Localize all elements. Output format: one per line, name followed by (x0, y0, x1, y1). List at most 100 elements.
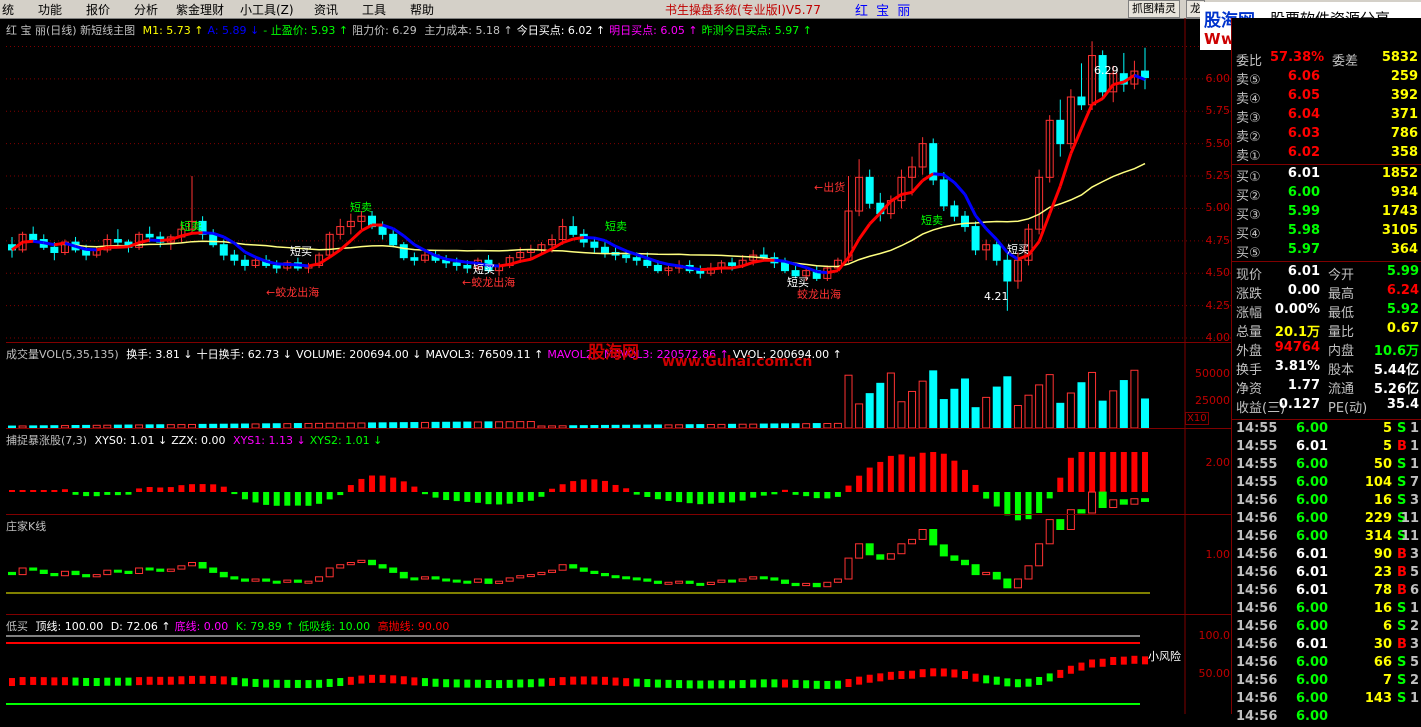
capture-bar (464, 492, 471, 502)
tick-row[interactable]: 14:56 6.01 23 B 5 (1232, 565, 1421, 583)
kd-bar (347, 676, 354, 685)
banker-candle (145, 567, 154, 571)
menu-item-function[interactable]: 功能 (38, 1, 62, 18)
menu-item-news[interactable]: 资讯 (314, 1, 338, 18)
indicator-value: 十日换手: 62.73 ↓ (196, 348, 293, 361)
indicator-value: XYS0: 1.01 ↓ (94, 434, 168, 447)
candle-body (230, 254, 239, 261)
capture-info-line: 捕捉暴涨股(7,3) XYS0: 1.01 ↓ ZZX: 0.00 XYS1: 1… (6, 432, 390, 448)
trend-line (847, 238, 861, 259)
annotation-dragon: ←蛟龙出海 (266, 286, 320, 299)
banker-candle (749, 576, 758, 580)
menu-item-system[interactable]: 统 (2, 1, 14, 18)
banker-candle (452, 579, 461, 583)
trend-line (349, 229, 363, 242)
capture-bar (379, 475, 386, 492)
tick-row[interactable]: 14:56 6.00 6 S 2 (1232, 619, 1421, 637)
kd-bar (316, 679, 323, 688)
capture-bar (972, 484, 979, 492)
annotation-short-buy: 短买 (1007, 243, 1029, 256)
volume-bar (844, 374, 853, 429)
volume-bar (1077, 382, 1086, 429)
capture-bar (136, 488, 143, 492)
indicator-value: 明日买点: 6.05 ↑ (609, 24, 698, 37)
menu-item-quote[interactable]: 报价 (86, 1, 110, 18)
banker-candle (230, 576, 239, 580)
tick-row[interactable]: 14:55 6.00 50 S 1 (1232, 457, 1421, 475)
tick-row[interactable]: 14:56 6.00 16 S 3 (1232, 493, 1421, 511)
capture-bar (189, 484, 196, 492)
capture-bar (496, 492, 503, 505)
kd-bar (9, 678, 15, 687)
capture-bar (421, 492, 428, 495)
kd-bar (1078, 662, 1085, 671)
trend-line (456, 259, 468, 264)
banker-candle (283, 579, 292, 583)
menu-item-finance[interactable]: 紫金理财 (176, 1, 224, 18)
trend-line (731, 264, 743, 270)
kd-bar (697, 680, 704, 689)
volume-bar (1088, 371, 1097, 429)
kd-bar (411, 677, 418, 686)
kd-bar (220, 676, 227, 685)
menu-item-help[interactable]: 帮助 (410, 1, 434, 18)
kd-bar (538, 678, 545, 687)
buy-order-row: 买④ 5.98 3105 (1236, 223, 1418, 242)
tick-row[interactable]: 14:56 6.00 7 S 2 (1232, 673, 1421, 691)
capture-bar (178, 485, 185, 492)
capture-bar (61, 489, 68, 492)
sell-order-row: 卖⑤ 6.06 259 (1236, 69, 1418, 88)
main-y-tick: 5.50 (1205, 136, 1231, 150)
tick-row[interactable]: 14:56 6.01 90 B 3 (1232, 547, 1421, 565)
capture-bar (1014, 492, 1021, 521)
kd-bar (231, 677, 238, 686)
capture-bar (1142, 452, 1148, 492)
candle-body (950, 205, 959, 217)
capture-bar (813, 492, 820, 499)
kd-bar (750, 679, 757, 688)
tick-row[interactable]: 14:56 6.00 229 S 11 (1232, 511, 1421, 529)
stats-divider (1232, 261, 1421, 262)
kd-bar (432, 678, 439, 687)
capture-bar (601, 480, 608, 492)
kd-bar (739, 680, 746, 689)
tick-row[interactable]: 14:56 6.01 78 B 6 (1232, 583, 1421, 601)
banker-candle (600, 573, 609, 577)
banker-candle (664, 581, 673, 585)
menu-item-analysis[interactable]: 分析 (134, 1, 158, 18)
kd-bar (263, 679, 270, 688)
banker-candle (442, 578, 451, 582)
capture-button[interactable]: 抓图精灵 (1128, 0, 1180, 18)
capture-bar (919, 452, 926, 492)
banker-candle (315, 576, 324, 582)
volume-bar (1109, 390, 1118, 429)
banker-candle (39, 569, 48, 575)
tick-row[interactable]: 14:56 6.00 (1232, 709, 1421, 727)
volume-bar (1066, 392, 1075, 429)
banker-candle (60, 570, 69, 577)
kd-bar (1089, 659, 1096, 668)
banker-candle (251, 578, 260, 582)
capture-bar (538, 492, 545, 497)
capture-bar (580, 479, 587, 492)
chart-area[interactable] (0, 18, 1231, 714)
menu-item-tools[interactable]: 工具 (362, 1, 386, 18)
capture-bar (337, 492, 344, 496)
tick-row[interactable]: 14:55 6.00 104 S 7 (1232, 475, 1421, 493)
tick-row[interactable]: 14:55 6.01 5 B 1 (1232, 439, 1421, 457)
kd-bar (834, 680, 841, 689)
capture-bar (951, 460, 958, 492)
trend-line (910, 179, 924, 194)
banker-candle (971, 564, 980, 576)
tick-row[interactable]: 14:56 6.00 16 S 1 (1232, 601, 1421, 619)
tick-row[interactable]: 14:55 6.00 5 S 1 (1232, 421, 1421, 439)
tick-row[interactable]: 14:56 6.00 143 S 1 (1232, 691, 1421, 709)
kd-bar (570, 676, 577, 685)
tick-row[interactable]: 14:56 6.00 314 S 11 (1232, 529, 1421, 547)
capture-bar (1057, 477, 1064, 492)
menu-item-tools-small[interactable]: 小工具(Z) (240, 1, 294, 18)
trend-line (149, 238, 161, 243)
watermark-url: www.Guhai.com.cn (662, 354, 813, 370)
tick-row[interactable]: 14:56 6.01 30 B 3 (1232, 637, 1421, 655)
tick-row[interactable]: 14:56 6.00 66 S 5 (1232, 655, 1421, 673)
